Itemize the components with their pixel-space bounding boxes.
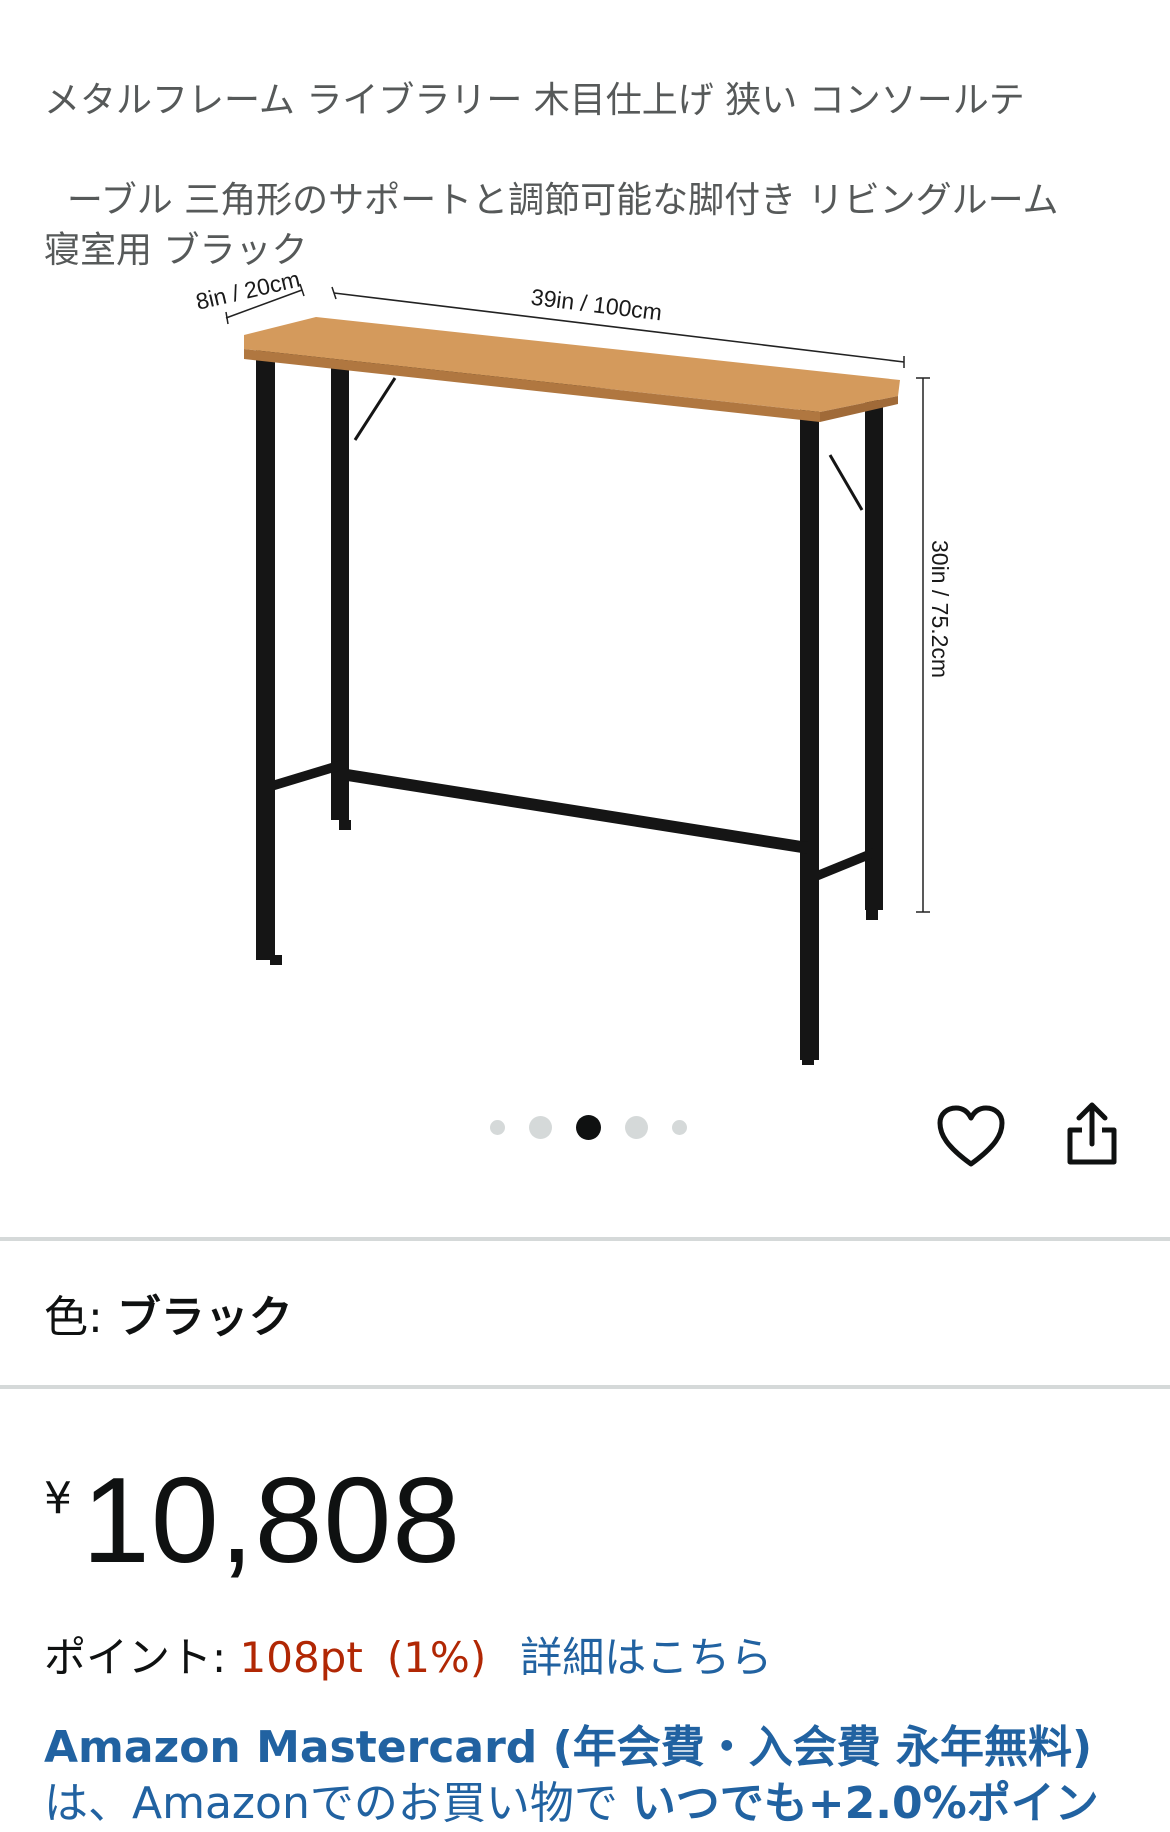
share-icon (1067, 1102, 1117, 1165)
price-currency: ¥ (44, 1473, 72, 1524)
points-percent: (1%) (386, 1633, 487, 1682)
points-details-link[interactable]: 詳細はこちら (520, 1633, 772, 1682)
depth-dimension-label: 8in / 20cm (193, 266, 302, 315)
table-frame (256, 340, 883, 1065)
carousel-dot[interactable] (625, 1116, 648, 1139)
height-dimension-label: 30in / 75.2cm (927, 540, 953, 678)
product-image[interactable]: 8in / 20cm 39in / 100cm 30in / 75.2cm (0, 130, 1170, 1090)
color-selector[interactable]: 色: ブラック (44, 1290, 293, 1346)
carousel-dot[interactable] (529, 1116, 552, 1139)
price-display: ¥ 10,808 (44, 1455, 461, 1585)
image-carousel-indicator[interactable] (478, 1115, 699, 1140)
carousel-dot[interactable] (490, 1120, 505, 1135)
promo-line-2-bold: いつでも+2.0%ポイン (631, 1778, 1099, 1829)
points-value: 108pt (239, 1633, 363, 1682)
color-label: 色: (44, 1292, 117, 1343)
share-button[interactable] (1062, 1100, 1122, 1170)
product-title-text: メタルフレーム ライブラリー 木目仕上げ 狭い コンソールテ (44, 80, 1025, 121)
section-divider (0, 1385, 1170, 1389)
color-value: ブラック (116, 1292, 293, 1343)
section-divider (0, 1237, 1170, 1241)
promo-line-2: は、Amazonでのお買い物で いつでも+2.0%ポイン (44, 1776, 1144, 1832)
promo-line-2-prefix: は、Amazonでのお買い物で (44, 1778, 632, 1829)
carousel-dot-active[interactable] (576, 1115, 601, 1140)
product-image-gallery[interactable]: 8in / 20cm 39in / 100cm 30in / 75.2cm (0, 130, 1170, 1090)
mastercard-promo-link[interactable]: Amazon Mastercard (年会費・入会費 永年無料) は、Amazo… (44, 1720, 1144, 1832)
promo-line-1: Amazon Mastercard (年会費・入会費 永年無料) (44, 1722, 1093, 1773)
points-info: ポイント: 108pt (1%) 詳細はこちら (44, 1630, 772, 1686)
points-label: ポイント: (44, 1633, 240, 1682)
carousel-dot[interactable] (672, 1120, 687, 1135)
heart-icon (937, 1105, 1005, 1167)
wishlist-button[interactable] (936, 1104, 1006, 1170)
price-amount: 10,808 (82, 1452, 462, 1588)
